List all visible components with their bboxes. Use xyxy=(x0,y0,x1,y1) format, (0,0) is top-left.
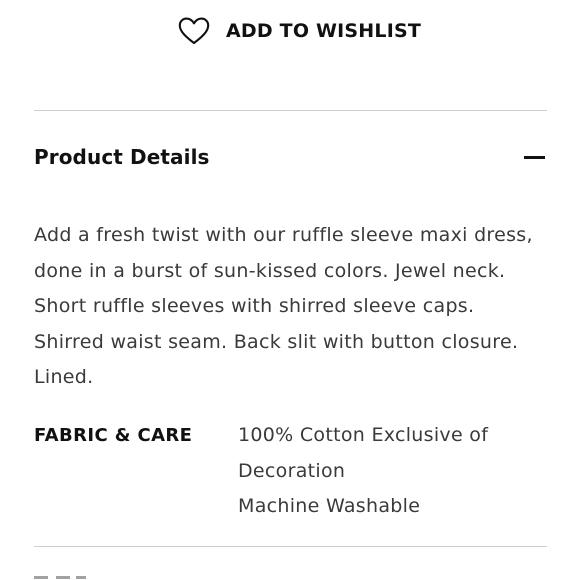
description-line: done in a burst of sun-kissed colors. Je… xyxy=(34,259,506,282)
description-line: Add a fresh twist with our ruffle sleeve… xyxy=(34,224,533,246)
product-details-title: Product Details xyxy=(34,145,210,169)
section-divider-top xyxy=(34,110,547,111)
heart-outline-icon xyxy=(178,17,210,45)
description-line: Shirred waist seam. Back slit with butto… xyxy=(34,330,519,353)
next-section-peek xyxy=(34,571,94,580)
product-page: ADD TO WISHLIST Product Details Add a fr… xyxy=(0,0,580,580)
minus-icon[interactable] xyxy=(524,155,545,159)
section-divider-bottom xyxy=(34,546,547,547)
description-line: Short ruffle sleeves with shirred sleeve… xyxy=(34,295,475,318)
fabric-care-line: Decoration xyxy=(238,459,346,482)
fabric-care-line: 100% Cotton Exclusive of xyxy=(238,424,489,446)
fabric-care-label: FABRIC & CARE xyxy=(34,425,193,446)
wishlist-label: ADD TO WISHLIST xyxy=(226,20,422,42)
fabric-care-line: Machine Washable xyxy=(238,495,421,517)
add-to-wishlist-button[interactable]: ADD TO WISHLIST xyxy=(178,14,421,48)
product-details-accordion-header[interactable]: Product Details xyxy=(34,140,547,174)
fabric-care-values: 100% Cotton Exclusive of Decoration Mach… xyxy=(238,418,488,525)
description-line: Lined. xyxy=(34,366,94,389)
product-description: Add a fresh twist with our ruffle sleeve… xyxy=(34,218,554,396)
